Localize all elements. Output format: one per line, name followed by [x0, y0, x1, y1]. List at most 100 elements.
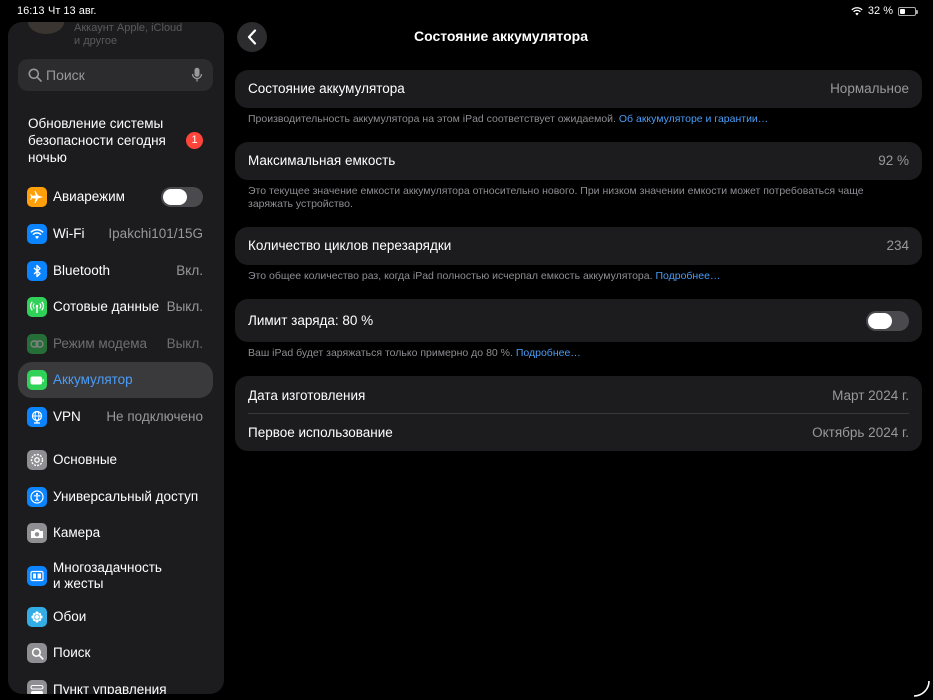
chevron-left-icon	[247, 29, 257, 45]
sidebar-item-label: Поиск	[53, 645, 91, 660]
sidebar-item-value: Вкл.	[176, 263, 203, 278]
security-update-label: Обновление системы безопасности сегодня …	[28, 116, 166, 165]
account-subtitle-line1: Аккаунт Apple, iCloud	[74, 22, 183, 34]
cycle-count-value: 234	[886, 238, 909, 253]
dates-group: Дата изготовления Март 2024 г. Первое ис…	[235, 376, 922, 451]
search-icon	[27, 643, 47, 663]
sidebar-item-label: Основные	[53, 452, 118, 467]
cycle-count-more-link[interactable]: Подробнее…	[655, 270, 720, 282]
sidebar-item-label: Сотовые данные	[53, 299, 160, 314]
sidebar-item-hotspot[interactable]: Режим модема Выкл.	[18, 326, 213, 362]
cycle-count-note-text: Это общее количество раз, когда iPad пол…	[248, 270, 653, 282]
charge-limit-note: Ваш iPad будет заряжаться только примерн…	[248, 347, 888, 360]
manufacture-date-label: Дата изготовления	[248, 388, 366, 403]
status-right: 32 %	[851, 5, 918, 17]
battery-health-row[interactable]: Состояние аккумулятора Нормальное	[235, 70, 922, 108]
charge-limit-row: Лимит заряда: 80 %	[235, 299, 922, 342]
max-capacity-row: Максимальная емкость 92 %	[235, 142, 922, 180]
sidebar-item-vpn[interactable]: VPN Не подключено	[18, 399, 213, 435]
battery-health-value: Нормальное	[830, 81, 909, 96]
microphone-icon[interactable]	[191, 67, 203, 83]
antenna-icon	[27, 297, 47, 317]
battery-status-icon	[898, 6, 918, 16]
account-subtitle[interactable]: Аккаунт Apple, iCloud и другое	[74, 22, 182, 48]
first-use-label: Первое использование	[248, 425, 393, 440]
control-center-icon	[27, 680, 47, 694]
sidebar-item-general[interactable]: Основные	[18, 442, 213, 478]
charge-limit-label: Лимит заряда: 80 %	[248, 313, 374, 328]
cycle-count-label: Количество циклов перезарядки	[248, 238, 452, 253]
sidebar-item-label: Пункт управления	[53, 682, 167, 694]
sidebar: Аккаунт Apple, iCloud и другое Поиск Обн…	[8, 22, 224, 694]
status-time: 16:13	[17, 5, 45, 17]
sidebar-item-wifi[interactable]: Wi-Fi Ipakchi101/15G	[18, 216, 213, 252]
search-placeholder: Поиск	[46, 67, 85, 83]
sidebar-item-bluetooth[interactable]: Bluetooth Вкл.	[18, 253, 213, 289]
camera-icon	[27, 523, 47, 543]
search-icon	[28, 68, 42, 82]
sidebar-item-label: VPN	[53, 409, 81, 424]
bluetooth-icon	[27, 261, 47, 281]
sidebar-item-label: Многозадачность и жесты	[53, 560, 162, 592]
multitasking-icon	[27, 566, 47, 586]
sidebar-item-label: Bluetooth	[53, 263, 111, 278]
max-capacity-label: Максимальная емкость	[248, 153, 396, 168]
cycle-count-note: Это общее количество раз, когда iPad пол…	[248, 270, 888, 283]
sidebar-item-control-center[interactable]: Пункт управления	[18, 672, 213, 694]
sidebar-item-accessibility[interactable]: Универсальный доступ	[18, 479, 213, 515]
sidebar-item-label: Обои	[53, 609, 87, 624]
account-subtitle-line2: и другое	[74, 35, 118, 47]
search-field[interactable]: Поиск	[18, 59, 213, 91]
update-badge: 1	[186, 132, 203, 149]
sidebar-item-value: Выкл.	[166, 299, 203, 314]
sidebar-item-label: Аккумулятор	[53, 372, 133, 387]
multitasking-line1: Многозадачность	[53, 560, 162, 575]
status-bar: 16:13 Чт 13 авг. 32 %	[0, 0, 933, 22]
sidebar-item-wallpaper[interactable]: Обои	[18, 599, 213, 635]
sidebar-item-label: Wi-Fi	[53, 226, 85, 241]
sidebar-item-search[interactable]: Поиск	[18, 635, 213, 671]
battery-health-note: Производительность аккумулятора на этом …	[248, 113, 888, 126]
charge-limit-more-link[interactable]: Подробнее…	[516, 347, 581, 359]
sidebar-item-value: Выкл.	[166, 336, 203, 351]
sidebar-item-cellular[interactable]: Сотовые данные Выкл.	[18, 289, 213, 325]
battery-health-label: Состояние аккумулятора	[248, 81, 405, 96]
sidebar-item-label: Авиарежим	[53, 189, 125, 204]
max-capacity-value: 92 %	[878, 153, 909, 168]
status-date: Чт 13 авг.	[48, 5, 97, 17]
sidebar-item-label: Камера	[53, 525, 101, 540]
gear-icon	[27, 450, 47, 470]
wifi-status-icon	[851, 6, 863, 15]
airplane-icon	[27, 187, 47, 207]
charge-limit-toggle[interactable]	[866, 311, 909, 331]
globe-icon	[27, 407, 47, 427]
resize-corner-icon	[913, 680, 930, 697]
account-avatar[interactable]	[28, 22, 64, 34]
wifi-icon	[27, 224, 47, 244]
divider	[248, 413, 909, 414]
sidebar-item-label: Режим модема	[53, 336, 148, 351]
accessibility-icon	[27, 487, 47, 507]
sidebar-item-multitasking[interactable]: Многозадачность и жесты	[18, 557, 213, 595]
manufacture-date-value: Март 2024 г.	[832, 388, 909, 403]
battery-percent: 32 %	[867, 5, 893, 17]
battery-icon	[27, 370, 47, 390]
page-title: Состояние аккумулятора	[413, 28, 588, 44]
charge-limit-note-text: Ваш iPad будет заряжаться только примерн…	[248, 347, 513, 359]
cycle-count-row: Количество циклов перезарядки 234	[235, 227, 922, 265]
wallpaper-icon	[27, 607, 47, 627]
battery-health-note-text: Производительность аккумулятора на этом …	[248, 113, 616, 125]
sidebar-item-value: Ipakchi101/15G	[108, 226, 203, 241]
battery-warranty-link[interactable]: Об аккумуляторе и гарантии…	[619, 113, 768, 125]
airplane-mode-toggle[interactable]	[161, 187, 203, 207]
multitasking-line2: и жесты	[53, 576, 104, 591]
sidebar-item-value: Не подключено	[106, 409, 203, 424]
back-button[interactable]	[237, 22, 267, 52]
sidebar-item-label: Универсальный доступ	[53, 489, 199, 504]
first-use-value: Октябрь 2024 г.	[812, 425, 909, 440]
security-update-item[interactable]: Обновление системы безопасности сегодня …	[28, 115, 188, 166]
sidebar-item-airplane-mode[interactable]: Авиарежим	[18, 179, 213, 215]
sidebar-item-camera[interactable]: Камера	[18, 515, 213, 551]
sidebar-item-battery[interactable]: Аккумулятор	[18, 362, 213, 398]
link-icon	[27, 334, 47, 354]
